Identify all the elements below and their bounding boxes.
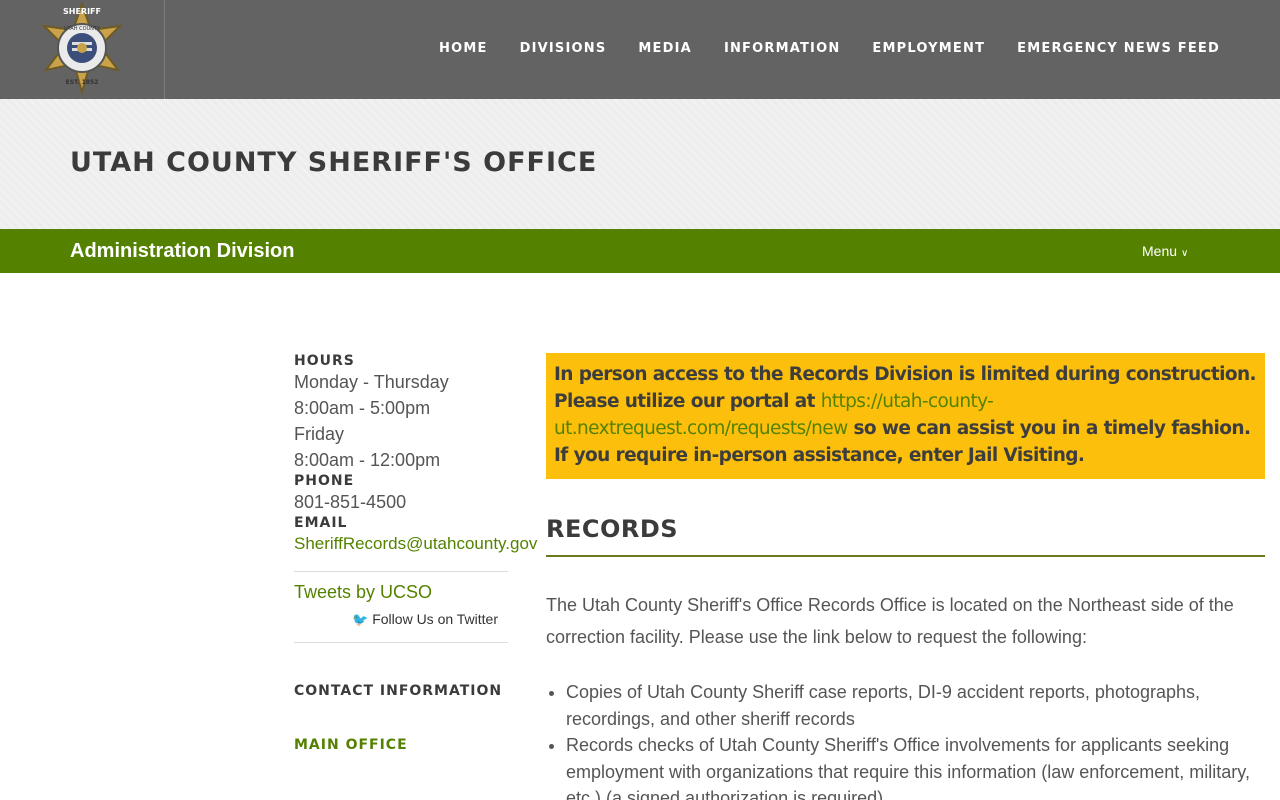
list-item: Copies of Utah County Sheriff case repor… xyxy=(566,679,1265,732)
nav-information[interactable]: INFORMATION xyxy=(724,41,840,56)
main-nav: HOME DIVISIONS MEDIA INFORMATION EMPLOYM… xyxy=(407,41,1220,56)
divider xyxy=(294,642,508,643)
records-list: Copies of Utah County Sheriff case repor… xyxy=(546,679,1265,800)
logo-container[interactable]: SHERIFF UTAH COUNTY EST. 1852 xyxy=(0,0,165,99)
records-heading: RECORDS xyxy=(546,515,1265,557)
email-label: EMAIL xyxy=(294,515,348,531)
hours-days-1: Monday - Thursday xyxy=(294,372,449,392)
sidebar: HOURS Monday - Thursday 8:00am - 5:00pm … xyxy=(294,353,537,753)
division-menu-button[interactable]: Menu ∨ xyxy=(1142,243,1188,259)
division-title: Administration Division xyxy=(70,240,295,262)
logo-bottom-text: EST. 1852 xyxy=(66,79,99,86)
follow-twitter-label: Follow Us on Twitter xyxy=(372,611,498,627)
logo-ring-text: UTAH COUNTY xyxy=(64,26,101,32)
nav-employment[interactable]: EMPLOYMENT xyxy=(872,41,985,56)
tweets-link[interactable]: Tweets by UCSO xyxy=(294,582,432,602)
follow-twitter-link[interactable]: 🐦 Follow Us on Twitter xyxy=(294,611,508,628)
main-office-label[interactable]: MAIN OFFICE xyxy=(294,737,508,753)
email-link[interactable]: SheriffRecords@utahcounty.gov xyxy=(294,534,537,553)
logo-top-text: SHERIFF xyxy=(63,7,101,16)
hours-time-2: 8:00am - 12:00pm xyxy=(294,450,441,470)
main-content: In person access to the Records Division… xyxy=(546,353,1265,800)
phone-number: 801-851-4500 xyxy=(294,492,407,512)
division-bar: Administration Division Menu ∨ xyxy=(0,229,1280,273)
hours-time-1: 8:00am - 5:00pm xyxy=(294,398,431,418)
division-menu-label: Menu xyxy=(1142,243,1178,259)
records-intro: The Utah County Sheriff's Office Records… xyxy=(546,595,1234,647)
title-band: UTAH COUNTY SHERIFF'S OFFICE xyxy=(0,99,1280,229)
hours-label: HOURS xyxy=(294,353,355,369)
list-item: Records checks of Utah County Sheriff's … xyxy=(566,732,1265,800)
site-header: SHERIFF UTAH COUNTY EST. 1852 HOME DIVIS… xyxy=(0,0,1280,99)
construction-notice: In person access to the Records Division… xyxy=(546,353,1265,479)
sheriff-badge-logo[interactable]: SHERIFF UTAH COUNTY EST. 1852 xyxy=(28,0,136,99)
chevron-down-icon: ∨ xyxy=(1181,248,1189,259)
page-title: UTAH COUNTY SHERIFF'S OFFICE xyxy=(70,147,598,178)
phone-label: PHONE xyxy=(294,473,355,489)
contact-information-label: CONTACT INFORMATION xyxy=(294,683,503,699)
hours-days-2: Friday xyxy=(294,424,345,444)
nav-media[interactable]: MEDIA xyxy=(638,41,692,56)
nav-home[interactable]: HOME xyxy=(439,41,488,56)
twitter-icon: 🐦 xyxy=(352,612,369,627)
nav-divisions[interactable]: DIVISIONS xyxy=(520,41,607,56)
divider xyxy=(294,571,508,572)
nav-emergency-news-feed[interactable]: EMERGENCY NEWS FEED xyxy=(1017,41,1220,56)
